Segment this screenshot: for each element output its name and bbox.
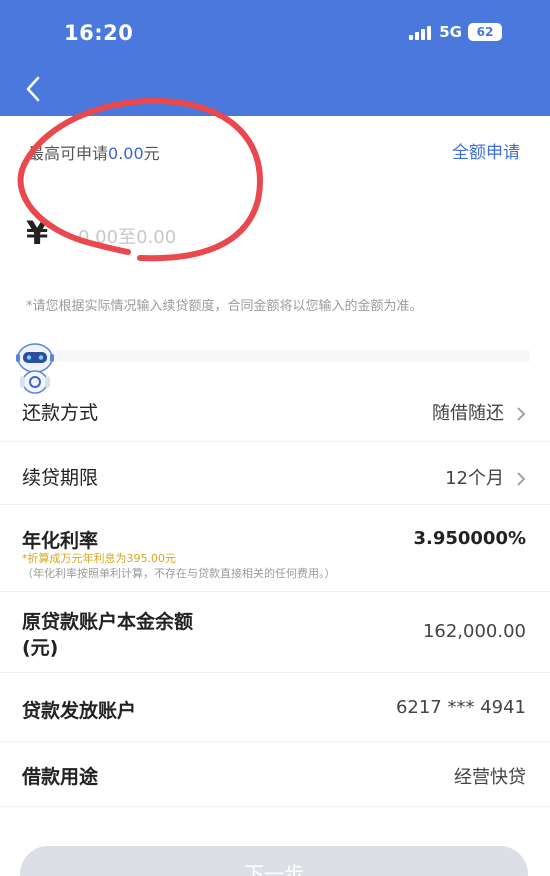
amount-input-row: ¥ bbox=[0, 208, 550, 264]
repayment-method-label: 还款方式 bbox=[22, 402, 99, 424]
chevron-right-icon bbox=[517, 472, 526, 486]
rate-calc-note: （年化利率按照单利计算，不存在与贷款直接相关的任何费用。） bbox=[22, 567, 336, 580]
battery-icon: 62 bbox=[468, 23, 502, 41]
chevron-left-icon bbox=[26, 76, 40, 102]
loan-purpose-row: 借款用途 经营快贷 bbox=[0, 743, 550, 807]
annual-rate-row: 年化利率 3.950000% *折算成万元年利息为395.00元 （年化利率按照… bbox=[0, 506, 550, 592]
repayment-method-value: 随借随还 bbox=[432, 399, 526, 425]
repayment-method-row[interactable]: 还款方式 随借随还 bbox=[0, 380, 550, 442]
status-time: 16:20 bbox=[64, 21, 134, 45]
amount-input[interactable] bbox=[78, 220, 518, 254]
next-step-button[interactable]: 下一步 bbox=[20, 846, 528, 876]
amount-tip: *请您根据实际情况输入续贷额度，合同金额将以您输入的金额为准。 bbox=[26, 299, 423, 314]
principal-balance-value: 162,000.00 bbox=[422, 621, 526, 642]
network-type: 5G bbox=[439, 23, 462, 41]
section-divider bbox=[40, 350, 530, 362]
disbursement-account-value: 6217 *** 4941 bbox=[395, 697, 526, 718]
principal-balance-unit: (元) bbox=[22, 637, 59, 659]
max-quota-amount: 0.00 bbox=[108, 144, 144, 163]
loan-term-row[interactable]: 续贷期限 12个月 bbox=[0, 443, 550, 505]
disbursement-account-label: 贷款发放账户 bbox=[22, 700, 137, 722]
principal-balance-row: 原贷款账户本金余额 (元) 162,000.00 bbox=[0, 593, 550, 673]
app-header: 16:20 5G 62 bbox=[0, 0, 550, 116]
signal-icon bbox=[409, 24, 432, 40]
loan-term-value: 12个月 bbox=[445, 464, 526, 490]
disbursement-account-row: 贷款发放账户 6217 *** 4941 bbox=[0, 676, 550, 742]
full-apply-link[interactable]: 全额申请 bbox=[452, 138, 520, 163]
status-indicators: 5G 62 bbox=[409, 23, 502, 41]
rate-interest-note: *折算成万元年利息为395.00元 bbox=[22, 552, 176, 565]
max-quota-label: 最高可申请0.00元 bbox=[28, 144, 160, 163]
loan-purpose-label: 借款用途 bbox=[22, 766, 99, 788]
loan-purpose-value: 经营快贷 bbox=[454, 767, 526, 788]
principal-balance-label: 原贷款账户本金余额 bbox=[22, 611, 194, 633]
loan-term-label: 续贷期限 bbox=[22, 467, 99, 489]
yen-icon: ¥ bbox=[26, 214, 49, 252]
annual-rate-value: 3.950000% bbox=[413, 528, 526, 549]
chevron-right-icon bbox=[517, 407, 526, 421]
annual-rate-label: 年化利率 bbox=[22, 530, 99, 552]
back-button[interactable] bbox=[18, 74, 48, 104]
quota-row: 最高可申请0.00元 全额申请 bbox=[0, 132, 550, 168]
